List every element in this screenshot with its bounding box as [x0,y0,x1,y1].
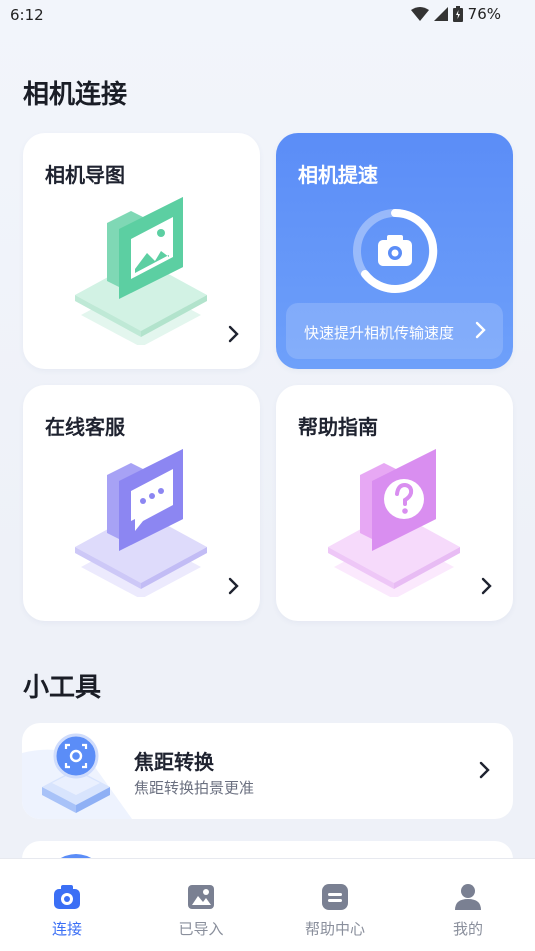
status-time: 6:12 [10,6,44,24]
online-service-card[interactable]: 在线客服 [23,385,260,621]
nav-item-imported[interactable]: 已导入 [134,859,268,951]
focal-length-tool-card[interactable]: 焦距转换 焦距转换拍景更准 [22,723,513,819]
battery-percent: 76% [467,5,501,23]
folder-image-illustration-icon [75,197,207,345]
nav-label: 帮助中心 [304,920,365,938]
camera-icon [54,885,80,909]
nav-item-connect[interactable]: 连接 [0,859,134,951]
question-folder-illustration-icon [328,449,460,597]
nav-label: 已导入 [178,920,224,938]
chevron-right-icon [228,325,239,343]
chevron-right-icon [479,761,490,779]
profile-icon [455,884,481,910]
card-title: 帮助指南 [298,415,378,439]
camera-speedup-card[interactable]: 相机提速 快速提升相机传输速度 [276,133,513,369]
nav-item-help-center[interactable]: 帮助中心 [268,859,402,951]
camera-guide-card[interactable]: 相机导图 [23,133,260,369]
image-icon [188,885,214,909]
chevron-right-icon [481,577,492,595]
help-guide-card[interactable]: 帮助指南 [276,385,513,621]
wifi-icon [410,7,429,21]
tool-title: 焦距转换 [134,750,214,774]
chat-folder-illustration-icon [75,449,207,597]
battery-icon [452,6,463,22]
nav-label: 我的 [452,920,483,938]
chevron-right-icon [475,321,486,339]
bottom-nav: 连接 已导入 帮助中心 我的 [0,858,535,951]
speedup-subtitle: 快速提升相机传输速度 [304,324,455,342]
focal-length-illustration-icon [22,733,132,819]
camera-speed-gauge-icon [353,208,438,293]
section-title-camera-connect: 相机连接 [23,80,128,110]
card-title: 相机导图 [45,163,125,187]
help-center-icon [322,884,348,910]
card-title: 相机提速 [298,163,378,187]
chevron-right-icon [228,577,239,595]
signal-icon [433,7,448,21]
speedup-action[interactable]: 快速提升相机传输速度 [286,303,503,359]
tool-subtitle: 焦距转换拍景更准 [134,779,255,797]
status-bar: 6:12 76% [0,0,535,32]
nav-item-profile[interactable]: 我的 [401,859,535,951]
section-title-tools: 小工具 [23,673,102,703]
card-title: 在线客服 [45,415,125,439]
nav-label: 连接 [51,920,82,938]
